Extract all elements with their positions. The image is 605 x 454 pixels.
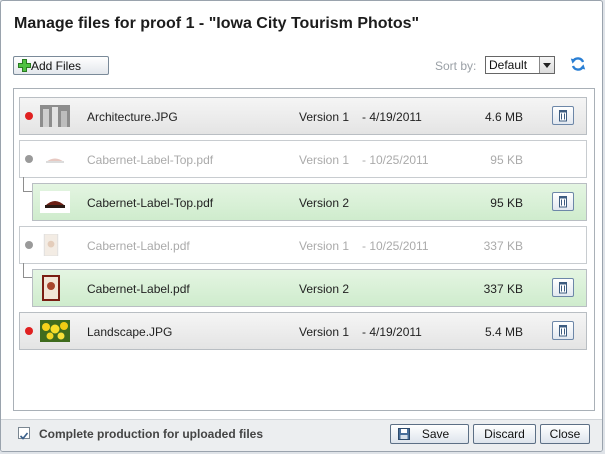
file-date: - 10/25/2011 bbox=[362, 239, 429, 253]
file-size: 95 KB bbox=[490, 196, 523, 210]
file-name: Cabernet-Label.pdf bbox=[87, 282, 190, 296]
file-date: - 4/19/2011 bbox=[362, 325, 422, 339]
trash-icon bbox=[559, 282, 567, 294]
save-icon bbox=[398, 428, 410, 440]
close-label: Close bbox=[549, 427, 581, 441]
save-label: Save bbox=[421, 427, 450, 441]
sort-select-value: Default bbox=[489, 58, 528, 72]
file-name: Landscape.JPG bbox=[87, 325, 173, 339]
status-dot bbox=[25, 155, 33, 163]
file-name: Cabernet-Label.pdf bbox=[87, 239, 190, 253]
file-size: 95 KB bbox=[490, 153, 523, 167]
complete-production-checkbox[interactable] bbox=[18, 427, 30, 440]
thumbnail-image bbox=[42, 275, 60, 301]
add-files-label: Add Files bbox=[31, 58, 82, 73]
file-version: Version 1 bbox=[299, 239, 350, 253]
file-list: Architecture.JPG Version 1 - 4/19/2011 4… bbox=[13, 88, 595, 411]
chevron-down-icon bbox=[539, 57, 554, 73]
file-name: Cabernet-Label-Top.pdf bbox=[87, 153, 214, 167]
thumbnail-image bbox=[40, 320, 70, 342]
file-row-cabernet-label-v1[interactable]: Cabernet-Label.pdf Version 1 - 10/25/201… bbox=[19, 226, 587, 264]
sort-by-label: Sort by: bbox=[435, 59, 477, 73]
discard-button[interactable]: Discard bbox=[473, 424, 536, 444]
file-row-cabernet-label-top-v1[interactable]: Cabernet-Label-Top.pdf Version 1 - 10/25… bbox=[19, 140, 587, 178]
file-size: 4.6 MB bbox=[484, 110, 523, 124]
file-date: - 10/25/2011 bbox=[362, 153, 429, 167]
save-button[interactable]: Save bbox=[390, 424, 469, 444]
file-version: Version 1 bbox=[299, 325, 350, 339]
file-version: Version 2 bbox=[299, 196, 350, 210]
status-dot bbox=[25, 327, 33, 335]
delete-button[interactable] bbox=[552, 106, 574, 125]
complete-production-label: Complete production for uploaded files bbox=[39, 427, 264, 441]
status-dot bbox=[25, 241, 33, 249]
file-name: Cabernet-Label-Top.pdf bbox=[87, 196, 214, 210]
thumbnail-image bbox=[43, 234, 59, 256]
thumbnail-image bbox=[40, 191, 70, 213]
trash-icon bbox=[559, 325, 567, 337]
delete-button[interactable] bbox=[552, 192, 574, 211]
status-dot bbox=[25, 112, 33, 120]
discard-label: Discard bbox=[484, 427, 525, 441]
checkbox-icon bbox=[19, 432, 29, 440]
file-size: 337 KB bbox=[483, 239, 523, 253]
file-date: - 4/19/2011 bbox=[362, 110, 422, 124]
dialog-title: Manage files for proof 1 - "Iowa City To… bbox=[14, 15, 420, 32]
add-icon bbox=[18, 59, 31, 72]
manage-files-dialog: Manage files for proof 1 - "Iowa City To… bbox=[0, 0, 603, 452]
file-version: Version 1 bbox=[299, 153, 350, 167]
file-name: Architecture.JPG bbox=[87, 110, 178, 124]
delete-button[interactable] bbox=[552, 278, 574, 297]
file-version: Version 2 bbox=[299, 282, 350, 296]
thumbnail-image bbox=[40, 148, 70, 170]
sort-select[interactable]: Default bbox=[485, 56, 555, 74]
file-row-architecture[interactable]: Architecture.JPG Version 1 - 4/19/2011 4… bbox=[19, 97, 587, 135]
file-row-landscape[interactable]: Landscape.JPG Version 1 - 4/19/2011 5.4 … bbox=[19, 312, 587, 350]
thumbnail-image bbox=[40, 105, 70, 127]
trash-icon bbox=[559, 110, 567, 122]
file-version: Version 1 bbox=[299, 110, 350, 124]
close-button[interactable]: Close bbox=[540, 424, 590, 444]
file-size: 337 KB bbox=[483, 282, 523, 296]
trash-icon bbox=[559, 196, 567, 208]
refresh-icon[interactable] bbox=[570, 56, 586, 72]
file-row-cabernet-label-top-v2[interactable]: Cabernet-Label-Top.pdf Version 2 95 KB bbox=[32, 183, 587, 221]
file-row-cabernet-label-v2[interactable]: Cabernet-Label.pdf Version 2 337 KB bbox=[32, 269, 587, 307]
file-size: 5.4 MB bbox=[484, 325, 523, 339]
delete-button[interactable] bbox=[552, 321, 574, 340]
add-files-button[interactable]: Add Files bbox=[13, 56, 109, 75]
